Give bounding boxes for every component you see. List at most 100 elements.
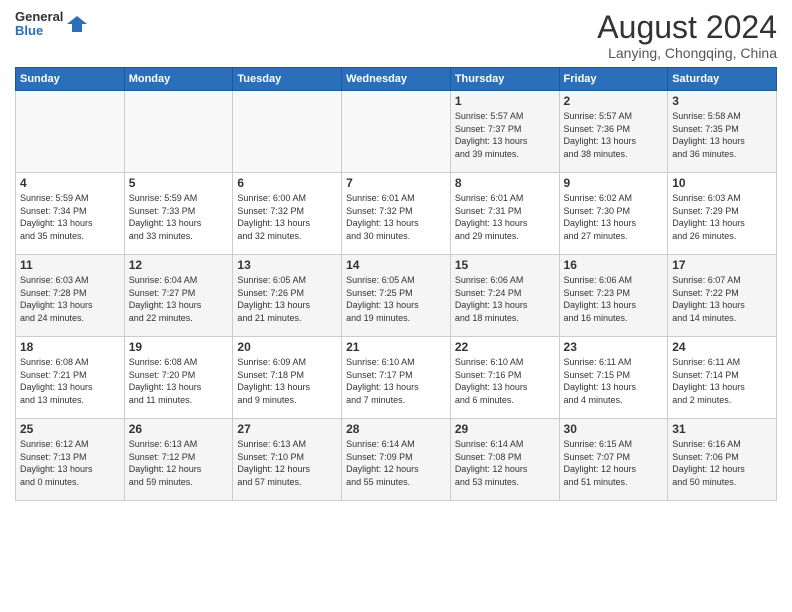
calendar-table: SundayMondayTuesdayWednesdayThursdayFrid… <box>15 67 777 501</box>
day-number: 1 <box>455 94 555 108</box>
day-info: Sunrise: 5:57 AM Sunset: 7:37 PM Dayligh… <box>455 110 555 160</box>
day-info: Sunrise: 6:03 AM Sunset: 7:29 PM Dayligh… <box>672 192 772 242</box>
day-number: 15 <box>455 258 555 272</box>
day-number: 23 <box>564 340 664 354</box>
location-subtitle: Lanying, Chongqing, China <box>597 45 777 61</box>
day-number: 27 <box>237 422 337 436</box>
calendar-cell: 15Sunrise: 6:06 AM Sunset: 7:24 PM Dayli… <box>450 255 559 337</box>
day-number: 25 <box>20 422 120 436</box>
day-number: 13 <box>237 258 337 272</box>
calendar-cell: 23 Sunrise: 6:11 AM Sunset: 7:15 PM Dayli… <box>559 337 668 419</box>
day-number: 14 <box>346 258 446 272</box>
day-info: Sunrise: 6:16 AM Sunset: 7:06 PM Dayligh… <box>672 438 772 488</box>
day-number: 30 <box>564 422 664 436</box>
day-number: 9 <box>564 176 664 190</box>
day-number: 12 <box>129 258 229 272</box>
calendar-cell <box>16 91 125 173</box>
day-number: 8 <box>455 176 555 190</box>
calendar-cell: 21 Sunrise: 6:10 AM Sunset: 7:17 PM Dayli… <box>342 337 451 419</box>
day-number: 28 <box>346 422 446 436</box>
day-info: Sunrise: 6:01 AM Sunset: 7:32 PM Dayligh… <box>346 192 446 242</box>
calendar-cell: 30 Sunrise: 6:15 AM Sunset: 7:07 PM Dayli… <box>559 419 668 501</box>
calendar-cell: 27 Sunrise: 6:13 AM Sunset: 7:10 PM Dayli… <box>233 419 342 501</box>
calendar-cell: 10 Sunrise: 6:03 AM Sunset: 7:29 PM Dayli… <box>668 173 777 255</box>
day-number: 18 <box>20 340 120 354</box>
weekday-header-saturday: Saturday <box>668 68 777 91</box>
day-info: Sunrise: 6:11 AM Sunset: 7:14 PM Dayligh… <box>672 356 772 406</box>
day-number: 10 <box>672 176 772 190</box>
calendar-cell: 28 Sunrise: 6:14 AM Sunset: 7:09 PM Dayli… <box>342 419 451 501</box>
day-info: Sunrise: 6:13 AM Sunset: 7:12 PM Dayligh… <box>129 438 229 488</box>
calendar-cell: 3 Sunrise: 5:58 AM Sunset: 7:35 PM Daylig… <box>668 91 777 173</box>
calendar-cell: 17Sunrise: 6:07 AM Sunset: 7:22 PM Dayli… <box>668 255 777 337</box>
day-number: 5 <box>129 176 229 190</box>
calendar-cell <box>124 91 233 173</box>
title-area: August 2024 Lanying, Chongqing, China <box>597 10 777 61</box>
day-info: Sunrise: 6:09 AM Sunset: 7:18 PM Dayligh… <box>237 356 337 406</box>
day-number: 16 <box>564 258 664 272</box>
day-info: Sunrise: 6:01 AM Sunset: 7:31 PM Dayligh… <box>455 192 555 242</box>
weekday-header-friday: Friday <box>559 68 668 91</box>
day-info: Sunrise: 6:15 AM Sunset: 7:07 PM Dayligh… <box>564 438 664 488</box>
day-info: Sunrise: 6:05 AM Sunset: 7:25 PM Dayligh… <box>346 274 446 324</box>
calendar-cell: 7 Sunrise: 6:01 AM Sunset: 7:32 PM Daylig… <box>342 173 451 255</box>
calendar-cell: 2 Sunrise: 5:57 AM Sunset: 7:36 PM Daylig… <box>559 91 668 173</box>
day-number: 7 <box>346 176 446 190</box>
day-info: Sunrise: 6:08 AM Sunset: 7:20 PM Dayligh… <box>129 356 229 406</box>
day-info: Sunrise: 6:10 AM Sunset: 7:17 PM Dayligh… <box>346 356 446 406</box>
day-number: 22 <box>455 340 555 354</box>
day-number: 11 <box>20 258 120 272</box>
weekday-header-monday: Monday <box>124 68 233 91</box>
week-row-1: 1 Sunrise: 5:57 AM Sunset: 7:37 PM Daylig… <box>16 91 777 173</box>
calendar-cell: 29Sunrise: 6:14 AM Sunset: 7:08 PM Dayli… <box>450 419 559 501</box>
week-row-5: 25 Sunrise: 6:12 AM Sunset: 7:13 PM Dayli… <box>16 419 777 501</box>
calendar-cell: 13 Sunrise: 6:05 AM Sunset: 7:26 PM Dayli… <box>233 255 342 337</box>
day-info: Sunrise: 6:11 AM Sunset: 7:15 PM Dayligh… <box>564 356 664 406</box>
day-number: 19 <box>129 340 229 354</box>
calendar-cell: 1 Sunrise: 5:57 AM Sunset: 7:37 PM Daylig… <box>450 91 559 173</box>
calendar-cell: 8 Sunrise: 6:01 AM Sunset: 7:31 PM Daylig… <box>450 173 559 255</box>
calendar-cell: 12Sunrise: 6:04 AM Sunset: 7:27 PM Dayli… <box>124 255 233 337</box>
day-number: 6 <box>237 176 337 190</box>
month-title: August 2024 <box>597 10 777 45</box>
day-info: Sunrise: 6:07 AM Sunset: 7:22 PM Dayligh… <box>672 274 772 324</box>
day-info: Sunrise: 6:00 AM Sunset: 7:32 PM Dayligh… <box>237 192 337 242</box>
logo-arrow-icon <box>67 14 87 34</box>
day-info: Sunrise: 5:58 AM Sunset: 7:35 PM Dayligh… <box>672 110 772 160</box>
calendar-cell: 22 Sunrise: 6:10 AM Sunset: 7:16 PM Dayli… <box>450 337 559 419</box>
day-info: Sunrise: 6:10 AM Sunset: 7:16 PM Dayligh… <box>455 356 555 406</box>
day-info: Sunrise: 5:57 AM Sunset: 7:36 PM Dayligh… <box>564 110 664 160</box>
logo-container: General Blue <box>15 10 63 39</box>
week-row-3: 11 Sunrise: 6:03 AM Sunset: 7:28 PM Dayli… <box>16 255 777 337</box>
calendar-cell: 20 Sunrise: 6:09 AM Sunset: 7:18 PM Dayli… <box>233 337 342 419</box>
day-number: 3 <box>672 94 772 108</box>
day-info: Sunrise: 6:05 AM Sunset: 7:26 PM Dayligh… <box>237 274 337 324</box>
calendar-cell: 19 Sunrise: 6:08 AM Sunset: 7:20 PM Dayli… <box>124 337 233 419</box>
day-number: 26 <box>129 422 229 436</box>
calendar-cell: 11 Sunrise: 6:03 AM Sunset: 7:28 PM Dayli… <box>16 255 125 337</box>
day-number: 24 <box>672 340 772 354</box>
day-info: Sunrise: 5:59 AM Sunset: 7:33 PM Dayligh… <box>129 192 229 242</box>
day-number: 29 <box>455 422 555 436</box>
calendar-cell: 5 Sunrise: 5:59 AM Sunset: 7:33 PM Daylig… <box>124 173 233 255</box>
weekday-header-sunday: Sunday <box>16 68 125 91</box>
calendar-cell: 4Sunrise: 5:59 AM Sunset: 7:34 PM Daylig… <box>16 173 125 255</box>
day-number: 20 <box>237 340 337 354</box>
day-info: Sunrise: 5:59 AM Sunset: 7:34 PM Dayligh… <box>20 192 120 242</box>
calendar-cell: 26 Sunrise: 6:13 AM Sunset: 7:12 PM Dayli… <box>124 419 233 501</box>
day-info: Sunrise: 6:03 AM Sunset: 7:28 PM Dayligh… <box>20 274 120 324</box>
day-number: 2 <box>564 94 664 108</box>
day-info: Sunrise: 6:14 AM Sunset: 7:09 PM Dayligh… <box>346 438 446 488</box>
logo-blue: Blue <box>15 24 63 38</box>
logo-general: General <box>15 10 63 24</box>
day-info: Sunrise: 6:12 AM Sunset: 7:13 PM Dayligh… <box>20 438 120 488</box>
week-row-2: 4Sunrise: 5:59 AM Sunset: 7:34 PM Daylig… <box>16 173 777 255</box>
calendar-cell: 6 Sunrise: 6:00 AM Sunset: 7:32 PM Daylig… <box>233 173 342 255</box>
calendar-cell <box>233 91 342 173</box>
day-info: Sunrise: 6:06 AM Sunset: 7:23 PM Dayligh… <box>564 274 664 324</box>
calendar-cell: 25 Sunrise: 6:12 AM Sunset: 7:13 PM Dayli… <box>16 419 125 501</box>
day-info: Sunrise: 6:13 AM Sunset: 7:10 PM Dayligh… <box>237 438 337 488</box>
header: General Blue August 2024 Lanying, Chongq… <box>15 10 777 61</box>
day-info: Sunrise: 6:08 AM Sunset: 7:21 PM Dayligh… <box>20 356 120 406</box>
day-number: 21 <box>346 340 446 354</box>
